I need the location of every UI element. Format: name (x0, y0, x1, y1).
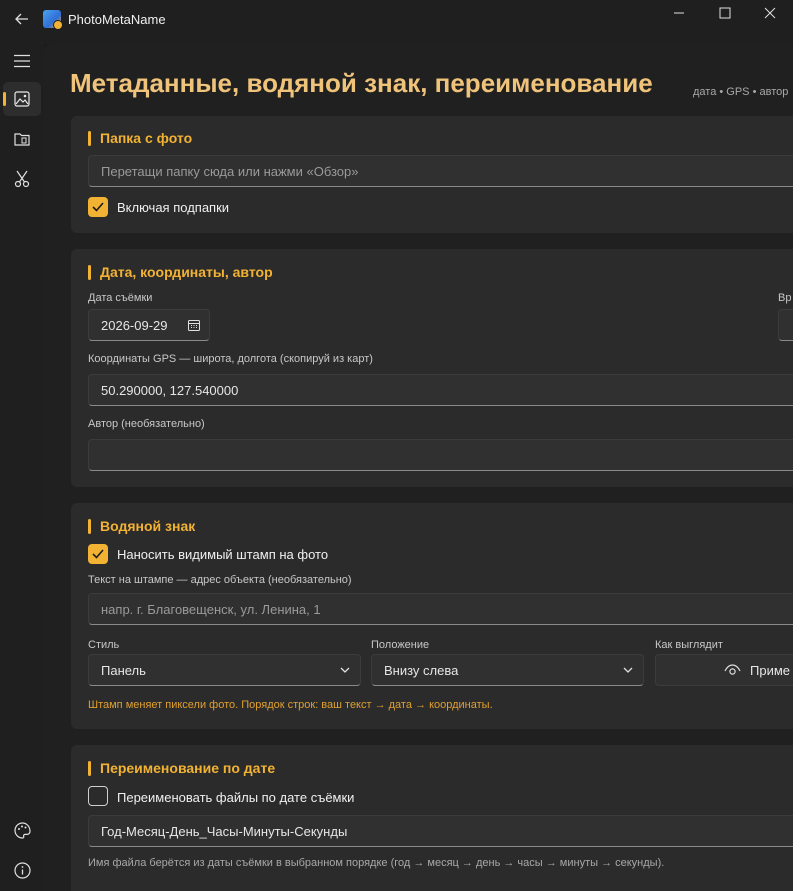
folder-card-title: Папка с фото (88, 130, 192, 146)
metadata-card-title: Дата, координаты, автор (88, 264, 273, 280)
sidebar-item-cut[interactable] (3, 162, 41, 196)
scissors-icon (14, 170, 30, 188)
arrow-left-icon (15, 13, 28, 25)
date-label: Дата съёмки (88, 292, 153, 304)
author-input[interactable] (88, 439, 793, 471)
sidebar-item-photo-meta[interactable] (3, 82, 41, 116)
style-value: Панель (101, 662, 146, 678)
rename-card-title: Переименование по дате (88, 760, 275, 776)
style-select[interactable]: Панель (88, 654, 361, 686)
calendar-icon (188, 320, 200, 331)
info-icon (13, 861, 31, 879)
info-button[interactable] (3, 853, 41, 887)
stamp-text-label: Текст на штампе — адрес объекта (необяза… (88, 574, 352, 586)
time-picker[interactable] (778, 309, 793, 341)
window-title: PhotoMetaName (68, 12, 166, 27)
minimize-icon (674, 12, 684, 14)
time-label: Вр (778, 292, 792, 304)
rename-card: Переименование по дате Переименовать фай… (71, 745, 793, 891)
folder-card: Папка с фото Перетащи папку сюда или наж… (71, 116, 793, 233)
checkmark-icon (92, 549, 104, 559)
chevron-down-icon (340, 667, 350, 673)
title-bar: PhotoMetaName (0, 0, 793, 44)
main-content: Метаданные, водяной знак, переименование… (44, 44, 793, 891)
menu-toggle-button[interactable] (3, 44, 41, 78)
gps-label: Координаты GPS — широта, долгота (скопир… (88, 353, 373, 365)
palette-icon (13, 821, 31, 839)
hamburger-menu-icon (14, 54, 30, 68)
sidebar-item-folder[interactable] (3, 122, 41, 156)
date-value: 2026-09-29 (101, 317, 168, 333)
theme-button[interactable] (3, 813, 41, 847)
page-title: Метаданные, водяной знак, переименование (70, 68, 653, 98)
include-subfolders-label: Включая подпапки (117, 200, 230, 215)
folder-icon (14, 133, 30, 146)
sidebar (0, 44, 44, 891)
maximize-icon (719, 7, 731, 19)
rename-pattern-input[interactable]: Год-Месяц-День_Часы-Минуты-Секунды (88, 815, 793, 847)
position-select[interactable]: Внизу слева (371, 654, 644, 686)
folder-path-placeholder: Перетащи папку сюда или нажми «Обзор» (101, 163, 359, 179)
apply-watermark-checkbox[interactable] (88, 544, 108, 564)
gps-value: 50.290000, 127.540000 (101, 382, 239, 398)
stamp-text-input[interactable]: напр. г. Благовещенск, ул. Ленина, 1 (88, 593, 793, 625)
back-button[interactable] (12, 9, 32, 29)
look-label: Как выглядит (655, 639, 723, 651)
watermark-card: Водяной знак Наносить видимый штамп на ф… (71, 503, 793, 729)
checkmark-icon (92, 202, 104, 212)
eye-icon (724, 664, 741, 675)
author-label: Автор (необязательно) (88, 418, 205, 430)
watermark-card-title: Водяной знак (88, 518, 195, 534)
gps-input[interactable]: 50.290000, 127.540000 (88, 374, 793, 406)
stamp-text-placeholder: напр. г. Благовещенск, ул. Ленина, 1 (101, 601, 321, 617)
metadata-card: Дата, координаты, автор Дата съёмки Вр 2… (71, 249, 793, 487)
date-picker[interactable]: 2026-09-29 (88, 309, 210, 341)
minimize-button[interactable] (656, 0, 702, 26)
preview-button[interactable]: Приме (655, 654, 793, 686)
close-button[interactable] (747, 0, 793, 26)
window-edge (793, 0, 805, 891)
include-subfolders-checkbox[interactable] (88, 197, 108, 217)
watermark-note: Штамп меняет пиксели фото. Порядок строк… (88, 699, 493, 711)
rename-note: Имя файла берётся из даты съёмки в выбра… (88, 857, 665, 869)
page-subtitle: дата • GPS • автор (693, 86, 789, 98)
apply-watermark-label: Наносить видимый штамп на фото (117, 547, 329, 562)
chevron-down-icon (623, 667, 633, 673)
rename-checkbox[interactable] (88, 786, 108, 806)
position-value: Внизу слева (384, 662, 459, 678)
rename-label: Переименовать файлы по дате съёмки (117, 790, 355, 805)
close-icon (764, 7, 776, 19)
rename-pattern-value: Год-Месяц-День_Часы-Минуты-Секунды (101, 823, 348, 839)
maximize-button[interactable] (702, 0, 748, 26)
app-logo-icon (43, 10, 63, 30)
style-label: Стиль (88, 639, 120, 651)
preview-button-label: Приме (750, 662, 791, 678)
position-label: Положение (371, 639, 430, 651)
image-icon (14, 91, 30, 107)
folder-path-input[interactable]: Перетащи папку сюда или нажми «Обзор» (88, 155, 793, 187)
